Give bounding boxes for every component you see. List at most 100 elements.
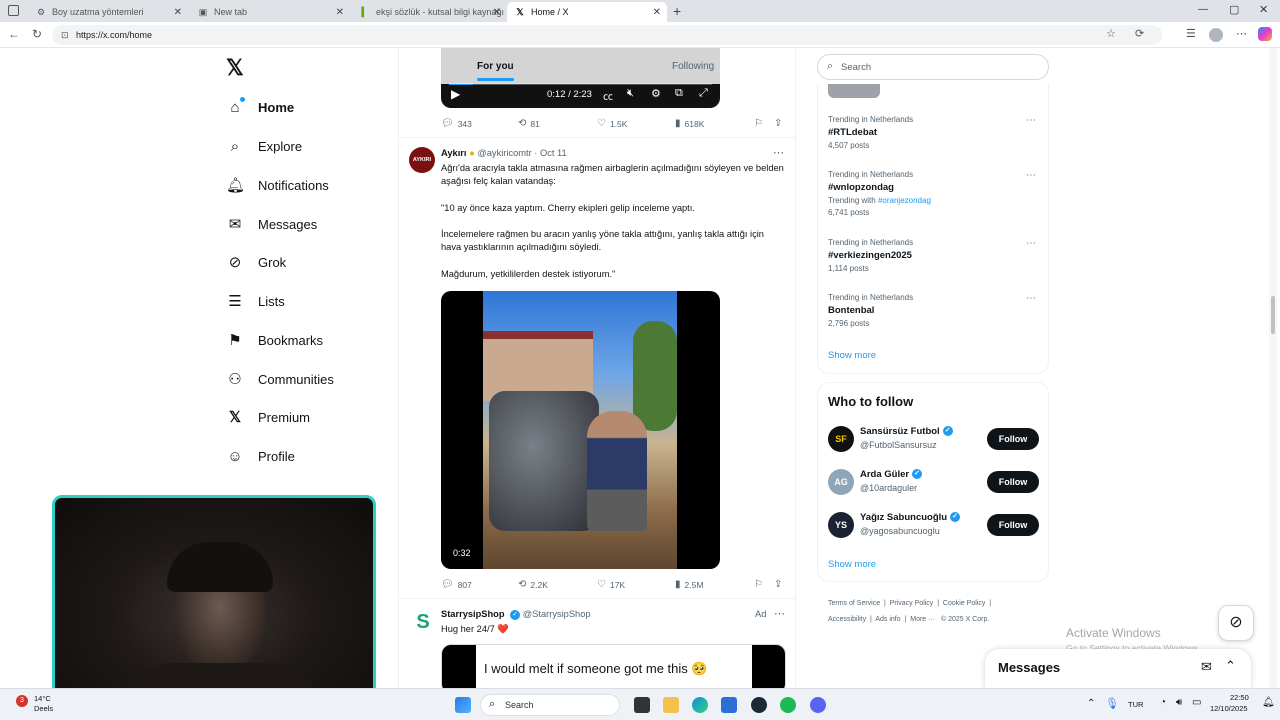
settings-gear-icon[interactable]: ⚙ [651,87,661,100]
tab-for-you[interactable]: For you [477,61,514,81]
trend-more-icon[interactable]: ⋯ [1026,293,1036,304]
trend-more-icon[interactable]: ⋯ [1026,115,1036,126]
close-window-button[interactable]: ✕ [1259,3,1268,16]
bookmark-button[interactable]: ⚐ [754,579,767,590]
follow-button[interactable]: Follow [987,514,1039,536]
like-button[interactable]: ♡ 1.5K [597,118,627,129]
minimize-button[interactable]: — [1198,4,1208,15]
browser-tab-active[interactable]: 𝕏 Home / X ✕ [507,2,667,22]
tweet-author-name[interactable]: Aykırı [441,148,467,158]
ad-avatar[interactable]: S [411,610,435,634]
footer-link[interactable]: Cookie Policy [943,600,985,607]
close-tab-icon[interactable]: ✕ [336,7,344,18]
bookmark-button[interactable]: ⚐ [754,118,767,129]
trend-more-icon[interactable]: ⋯ [1026,238,1036,249]
footer-link[interactable]: Privacy Policy [890,600,934,607]
steam-icon[interactable] [751,697,767,713]
footer-link[interactable]: Ads info [875,616,900,623]
messages-drawer[interactable]: Messages ✉ ⌃ [985,649,1251,689]
new-tab-button[interactable]: + [673,3,681,19]
nav-item-home[interactable]: ⌂ Home [226,92,294,122]
notification-bell-icon[interactable]: 🔔︎ [1262,697,1275,708]
new-message-icon[interactable]: ✉ [1201,659,1212,675]
taskbar-search[interactable]: ⌕ Search [480,694,620,716]
ad-image[interactable]: I would melt if someone got me this 🥺 [441,644,786,688]
views-button[interactable]: ▮ 618K [675,118,704,129]
maximize-button[interactable]: ▢ [1229,3,1239,16]
nav-item-messages[interactable]: ✉ Messages [226,209,318,239]
captions-icon[interactable]: ㏄ [603,88,613,103]
microphone-icon[interactable]: 🎙︎ [1105,697,1119,710]
trend-item[interactable]: Trending in Netherlands #RTLdebat 4,507 … [828,115,1038,150]
more-menu-icon[interactable]: ⋯ [1236,27,1247,40]
nav-item-communities[interactable]: ⚇ Communities [226,364,334,394]
fullscreen-icon[interactable]: ⤢ [699,87,708,100]
trend-item[interactable]: Trending in Netherlands Bontenbal 2,796 … [828,293,1038,328]
close-tab-icon[interactable]: ✕ [174,7,182,18]
browser-tab[interactable]: ▣ New tab ✕ [190,2,350,22]
collections-icon[interactable]: ☰ [1186,27,1196,40]
file-explorer-icon[interactable] [663,697,679,713]
trend-more-icon[interactable]: ⋯ [1026,170,1036,181]
show-more-follow-link[interactable]: Show more [828,559,876,570]
edge-browser-icon[interactable] [692,697,708,713]
trend-item[interactable]: Trending in Netherlands #wnlopzondag Tre… [828,170,1038,217]
url-field[interactable]: ⊡ https://x.com/home [52,25,1162,45]
tweet-author-name[interactable]: StarrysipShop [441,609,505,619]
back-arrow-icon[interactable]: ← [8,27,20,41]
battery-icon[interactable]: ▭ [1192,697,1201,708]
language-indicator[interactable]: TUR [1128,700,1143,709]
nav-item-notifications[interactable]: 🔔︎ Notifications [226,170,329,200]
close-tab-icon[interactable]: ✕ [653,7,661,18]
more-options-icon[interactable]: ⋯ [773,146,784,159]
search-input[interactable]: ⌕ Search [817,54,1049,80]
views-button[interactable]: ▮ 2.5M [675,579,703,590]
footer-link[interactable]: Terms of Service [828,600,880,607]
share-button[interactable]: ⇪ [774,118,786,129]
reply-button[interactable]: 💬︎ 807 [441,579,472,590]
close-tab-icon[interactable]: ✕ [493,7,501,18]
pip-icon[interactable]: ⧉ [675,87,683,100]
discord-icon[interactable] [810,697,826,713]
grok-floating-button[interactable]: ⊘ [1218,605,1254,641]
share-button[interactable]: ⇪ [774,579,786,590]
follow-button[interactable]: Follow [987,428,1039,450]
reply-button[interactable]: 💬︎ 343 [441,118,472,129]
nav-item-lists[interactable]: ☰ Lists [226,286,284,316]
clock-date[interactable]: 12/10/2025 [1210,704,1248,713]
task-view-icon[interactable] [634,697,650,713]
repost-button[interactable]: ⟲ 81 [518,118,540,129]
footer-link[interactable]: More ··· [910,616,935,623]
network-icon[interactable]: ◔ [1160,697,1166,708]
show-more-trends-link[interactable]: Show more [828,350,876,361]
page-scrollbar[interactable] [1269,48,1277,688]
footer-link[interactable]: Accessibility [828,616,866,623]
windows-start-icon[interactable] [455,697,471,713]
avatar[interactable]: SF [828,426,854,452]
tab-following[interactable]: Following [672,61,714,72]
nav-item-profile[interactable]: ☺ Profile [226,441,295,471]
avatar[interactable]: YS [828,512,854,538]
trend-with-link[interactable]: #oranjezondag [878,196,931,205]
clock-time[interactable]: 22:50 [1230,693,1249,702]
copilot-icon[interactable] [1258,27,1272,41]
more-options-icon[interactable]: ⋯ [774,607,785,620]
scrollbar-thumb[interactable] [1271,296,1275,334]
browser-tab[interactable]: ▍ ekşi sözlük - kutsal bilgi kaynağı ✕ [352,2,507,22]
tweet-handle[interactable]: @aykiricomtr [477,148,531,158]
play-icon[interactable]: ▶ [451,87,460,101]
browser-tab[interactable]: ⚙ Boy uzatma yöntemleri ✕ [28,2,188,22]
nav-item-grok[interactable]: ⊘ Grok [226,247,286,277]
nav-item-explore[interactable]: ⌕ Explore [226,131,302,161]
tweet-avatar[interactable]: AYKIRI [409,147,435,173]
mute-icon[interactable]: 🔇︎ [627,87,634,100]
tweet-date[interactable]: · Oct 11 [534,148,566,158]
tweet-video[interactable]: 0:32 [441,291,720,569]
nav-item-bookmarks[interactable]: ⚑ Bookmarks [226,325,323,355]
trend-item[interactable]: Trending in Netherlands #verkiezingen202… [828,238,1038,273]
follow-button[interactable]: Follow [987,471,1039,493]
browser-menu-icon[interactable] [8,5,19,16]
reload-icon[interactable]: ↻ [32,27,42,41]
volume-icon[interactable]: 🔊︎ [1176,697,1182,708]
nav-item-premium[interactable]: 𝕏 Premium [226,402,310,432]
